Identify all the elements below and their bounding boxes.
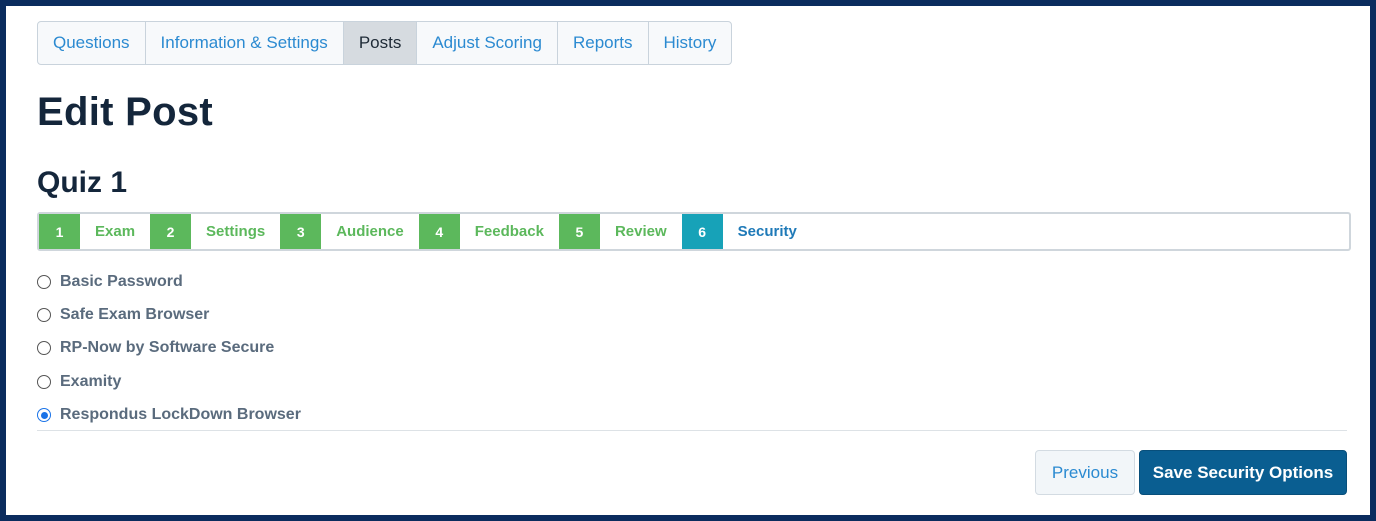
option-safe-exam-browser[interactable]: Safe Exam Browser [37, 298, 1347, 331]
step-number: 6 [681, 214, 723, 249]
step-label: Review [614, 223, 667, 240]
previous-button[interactable]: Previous [1035, 450, 1135, 495]
step-number: 3 [280, 214, 322, 249]
step-audience[interactable]: 3 Audience [280, 214, 419, 249]
radio-button[interactable] [37, 274, 51, 289]
step-settings[interactable]: 2 Settings [150, 214, 280, 249]
step-number: 2 [150, 214, 192, 249]
step-number: 4 [418, 214, 460, 249]
option-basic-password[interactable]: Basic Password [37, 265, 1347, 298]
step-label: Settings [206, 223, 266, 240]
option-label: Respondus LockDown Browser [60, 406, 301, 424]
step-exam[interactable]: 1 Exam [39, 214, 150, 249]
step-label: Feedback [474, 223, 544, 240]
option-label: RP-Now by Software Secure [60, 339, 275, 357]
top-tabs: Questions Information & Settings Posts A… [37, 21, 733, 65]
option-respondus-lockdown[interactable]: Respondus LockDown Browser [37, 399, 1347, 432]
tab-adjust-scoring[interactable]: Adjust Scoring [417, 22, 558, 64]
step-label: Exam [95, 223, 136, 240]
step-security[interactable]: 6 Security [681, 214, 812, 249]
quiz-title: Quiz 1 [37, 166, 128, 199]
radio-button[interactable] [37, 341, 51, 356]
option-label: Basic Password [60, 272, 183, 290]
radio-button-selected[interactable] [37, 408, 51, 423]
app-frame: Questions Information & Settings Posts A… [6, 6, 1370, 515]
option-label: Examity [60, 372, 122, 390]
tab-information-settings[interactable]: Information & Settings [146, 22, 344, 64]
radio-button[interactable] [37, 374, 51, 389]
option-rp-now[interactable]: RP-Now by Software Secure [37, 332, 1347, 365]
step-number: 1 [39, 214, 80, 249]
divider [37, 430, 1347, 431]
tab-reports[interactable]: Reports [558, 22, 649, 64]
step-review[interactable]: 5 Review [558, 214, 682, 249]
wizard-stepper: 1 Exam 2 Settings 3 Audience 4 Feedback … [37, 212, 1351, 251]
tab-questions[interactable]: Questions [38, 22, 146, 64]
option-label: Safe Exam Browser [60, 306, 210, 324]
step-label: Security [737, 223, 797, 240]
step-feedback[interactable]: 4 Feedback [418, 214, 559, 249]
step-number: 5 [558, 214, 600, 249]
step-label: Audience [336, 223, 404, 240]
tab-history[interactable]: History [649, 22, 732, 64]
radio-button[interactable] [37, 308, 51, 323]
option-examity[interactable]: Examity [37, 365, 1347, 398]
save-security-options-button[interactable]: Save Security Options [1139, 450, 1347, 495]
tab-posts[interactable]: Posts [343, 22, 418, 64]
page-title: Edit Post [37, 90, 214, 134]
security-options: Basic Password Safe Exam Browser RP-Now … [37, 265, 1347, 432]
